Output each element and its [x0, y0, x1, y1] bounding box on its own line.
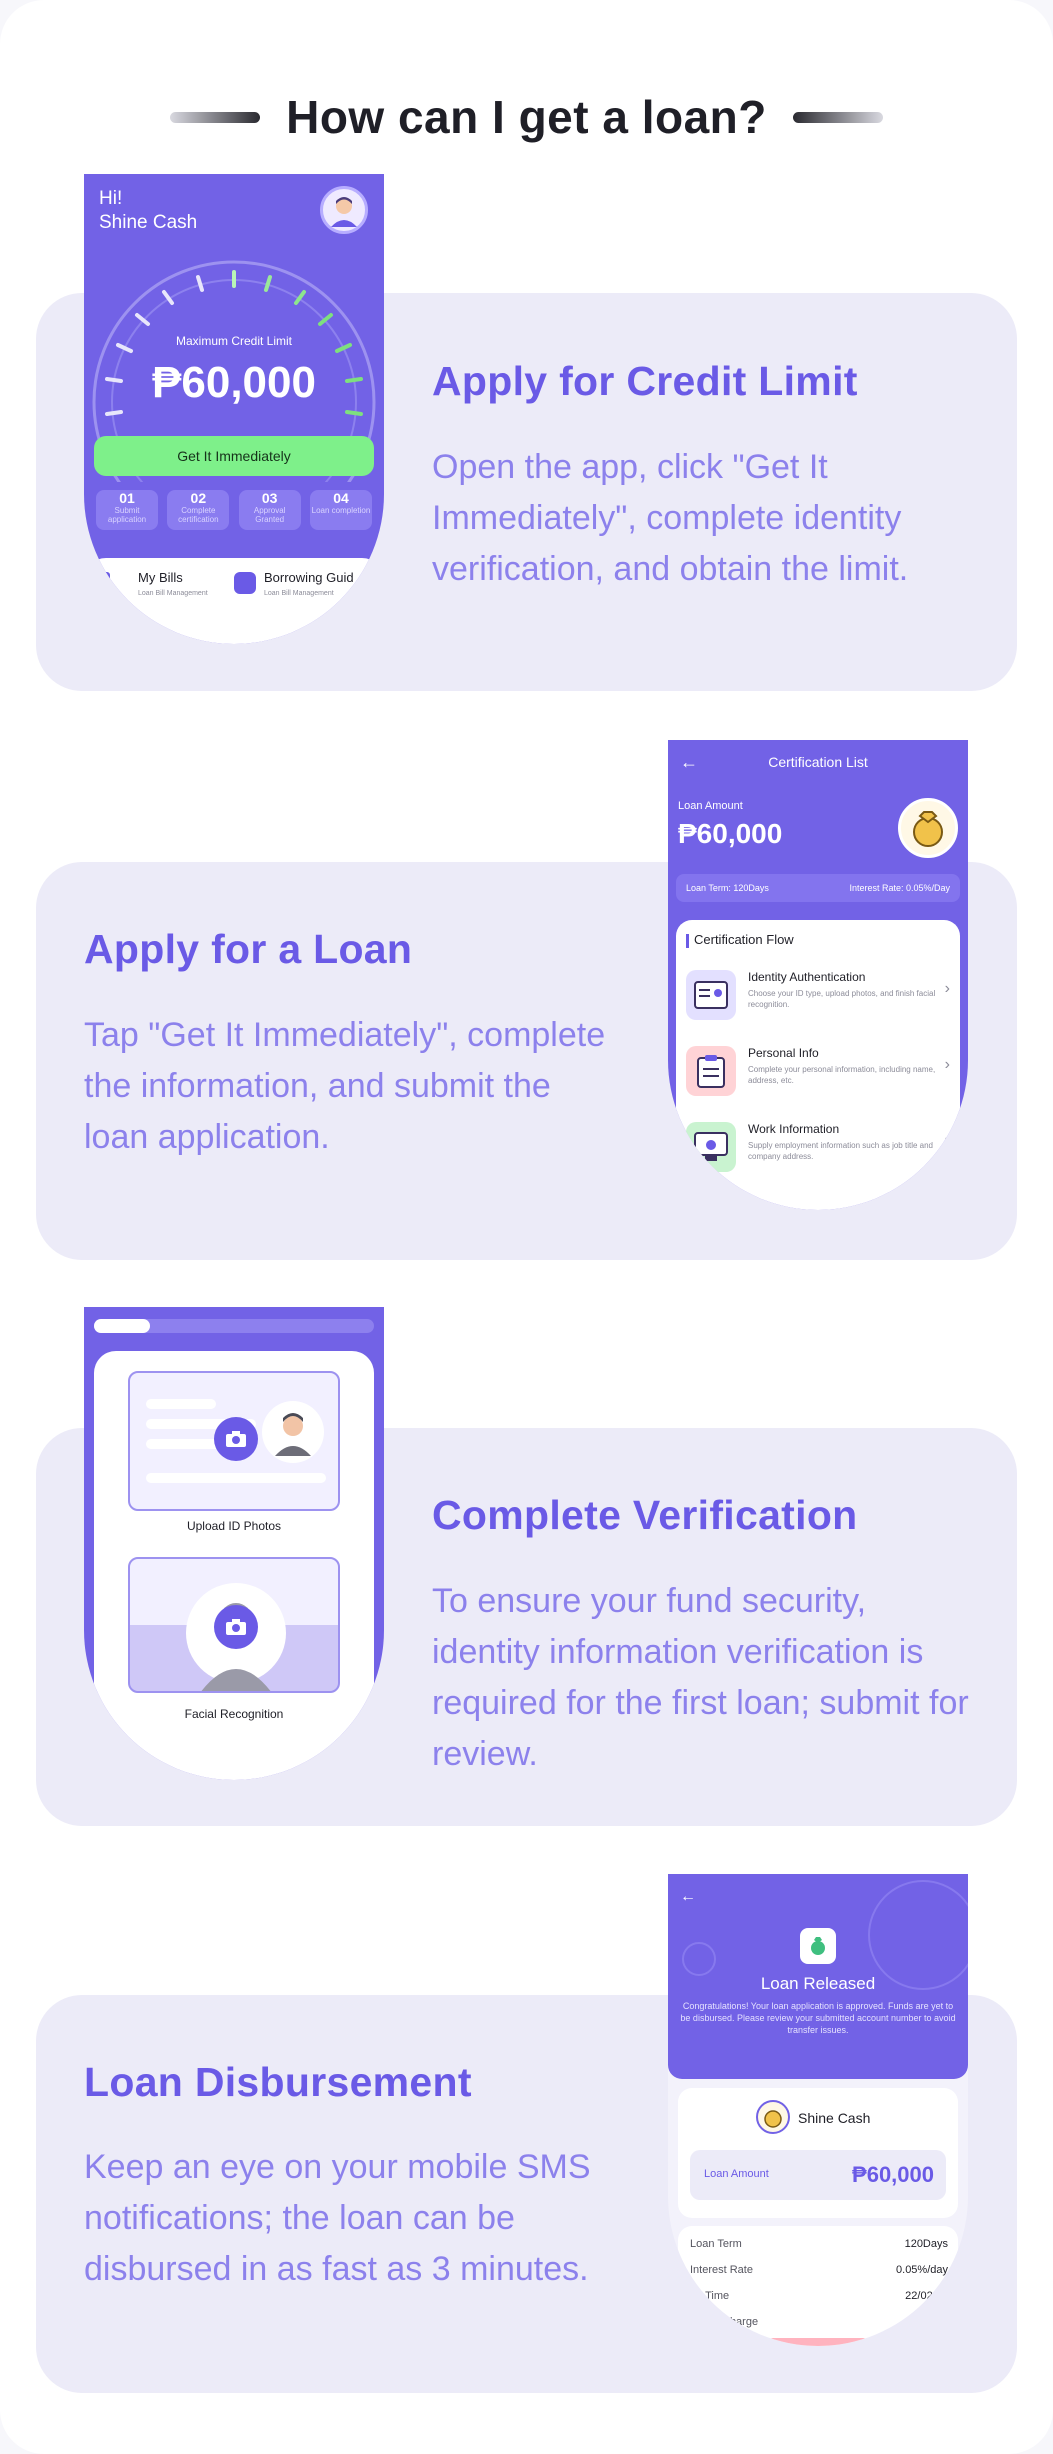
released-header: ← Loan Released Congratulations! Your lo…	[668, 1874, 968, 2079]
loan-terms-bar: Loan Term: 120Days Interest Rate: 0.05%/…	[676, 874, 960, 902]
guide-book-icon	[234, 572, 256, 594]
phone-mock-home: Hi! Shine Cash Maximum Credit Limit ₱60,…	[84, 174, 384, 644]
app-name-text: Shine Cash	[99, 212, 198, 233]
chevron-right-icon: ›	[944, 1056, 950, 1073]
person-photo-icon	[262, 1401, 324, 1463]
amount-label: Loan Amount	[704, 2168, 769, 2180]
loan-details-list: Loan Term 120Days Interest Rate 0.05%/da…	[678, 2226, 958, 2346]
avatar-person-icon	[331, 197, 357, 227]
page-title: How can I get a loan?	[286, 91, 767, 143]
shortcuts-panel: My Bills Loan Bill Management Borrowing …	[84, 558, 384, 644]
work-screen-icon	[686, 1122, 736, 1172]
camera-icon[interactable]	[214, 1605, 258, 1649]
chevron-right-icon: ›	[944, 980, 950, 997]
get-it-immediately-button[interactable]: Get It Immediately	[94, 436, 374, 476]
loan-summary-card: Shine Cash Loan Amount ₱60,000	[678, 2088, 958, 2218]
progress-step: 02 Complete certification	[167, 490, 230, 530]
borrowing-guide-link[interactable]: Borrowing Guid	[264, 570, 354, 585]
progress-step: 04 Loan completion	[309, 490, 372, 530]
bill-icon	[92, 572, 110, 594]
step-title-apply-loan: Apply for a Loan	[84, 926, 413, 972]
step-title-disbursement: Loan Disbursement	[84, 2059, 472, 2105]
loan-term-text: Loan Term: 120Days	[686, 883, 769, 893]
cert-item-personal[interactable]: Personal Info Complete your personal inf…	[682, 1042, 954, 1108]
interest-rate-text: Interest Rate: 0.05%/Day	[849, 883, 950, 893]
avatar[interactable]	[320, 186, 368, 234]
phone-mock-released: ← Loan Released Congratulations! Your lo…	[668, 1874, 968, 2346]
cert-item-work[interactable]: Work Information Supply employment infor…	[682, 1118, 954, 1184]
verification-panel: Upload ID Photos Facial Recognition	[94, 1351, 374, 1780]
loan-amount-box: Loan Amount ₱60,000	[690, 2150, 946, 2200]
phone-mock-certification: ← Certification List Loan Amount ₱60,000…	[668, 740, 968, 1210]
facial-recognition-capture[interactable]	[128, 1557, 340, 1693]
brand-name: Shine Cash	[798, 2110, 871, 2126]
back-arrow-icon[interactable]: ←	[680, 1888, 696, 1906]
phone-mock-verification: Upload ID Photos Facial Recognition	[84, 1307, 384, 1780]
money-bag-icon	[913, 811, 943, 847]
step-title-credit-limit: Apply for Credit Limit	[432, 358, 858, 404]
progress-step: 01 Submit application	[96, 490, 158, 530]
header-decor-left	[170, 111, 261, 123]
step-desc-apply-loan: Tap "Get It Immediately", complete the i…	[84, 1016, 606, 1156]
amount-value: ₱60,000	[678, 818, 783, 849]
limit-value: ₱60,000	[152, 358, 316, 407]
step-desc-credit-limit: Open the app, click "Get It Immediately"…	[432, 448, 909, 588]
progress-fill	[94, 1319, 150, 1333]
chevron-right-icon: ›	[944, 1132, 950, 1149]
step-desc-verification: To ensure your fund security, identity i…	[432, 1582, 969, 1773]
clipboard-icon	[686, 1046, 736, 1096]
progress-steps: 01 Submit application 02 Complete certif…	[96, 490, 372, 530]
progress-track	[94, 1319, 374, 1333]
amount-label: Loan Amount	[678, 800, 743, 812]
money-bag-icon	[800, 1928, 836, 1964]
flow-title: Certification Flow	[694, 932, 794, 947]
brand-logo-icon	[756, 2100, 790, 2134]
screen-title: Certification List	[768, 754, 868, 770]
header-decor-right	[792, 111, 883, 123]
facial-recognition-label: Facial Recognition	[184, 1707, 284, 1721]
step-desc-disbursement: Keep an eye on your mobile SMS notificat…	[84, 2148, 591, 2288]
cert-item-identity[interactable]: Identity Authentication Choose your ID t…	[682, 966, 954, 1032]
amount-value: ₱60,000	[852, 2162, 934, 2187]
my-bills-link[interactable]: My Bills	[138, 570, 183, 585]
limit-label: Maximum Credit Limit	[175, 334, 292, 348]
id-photo-upload[interactable]	[128, 1371, 340, 1511]
released-message: Congratulations! Your loan application i…	[680, 2001, 956, 2035]
camera-icon[interactable]	[214, 1417, 258, 1461]
progress-step: 03 Approval Granted	[238, 490, 301, 530]
id-card-icon	[686, 970, 736, 1020]
step-title-verification: Complete Verification	[432, 1492, 858, 1538]
section-accent	[686, 934, 689, 948]
released-title: Loan Released	[760, 1974, 876, 1993]
confirm-button-edge[interactable]	[768, 2338, 868, 2346]
shine-cash-badge	[898, 798, 958, 858]
page: How can I get a loan? Hi! Shine Cash Max…	[0, 0, 1053, 2454]
greeting-text: Hi!	[99, 188, 123, 209]
certification-flow-panel: Certification Flow Identity Authenticati…	[676, 920, 960, 1210]
upload-id-label: Upload ID Photos	[186, 1519, 282, 1533]
page-header: How can I get a loan?	[0, 84, 1053, 150]
